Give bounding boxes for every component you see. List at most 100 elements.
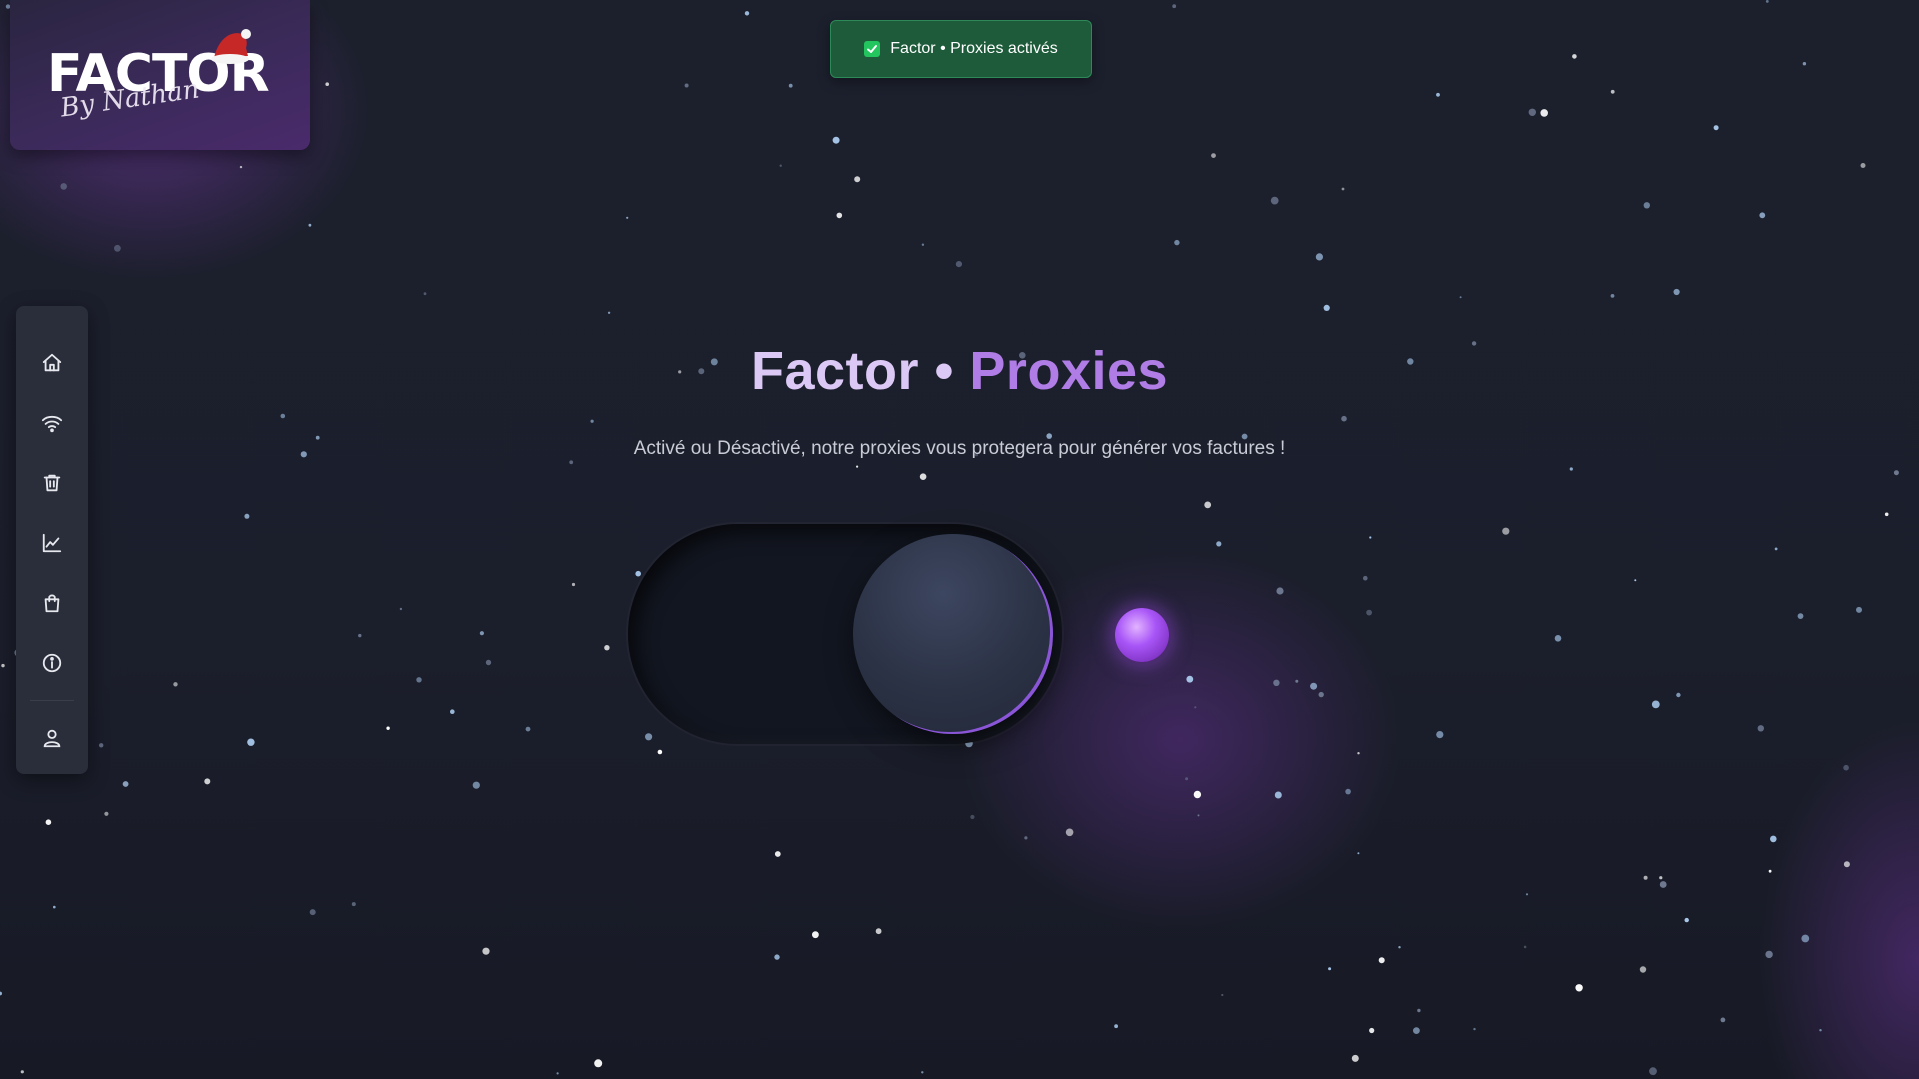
snowflake xyxy=(1186,675,1194,683)
snowflake xyxy=(1366,609,1372,616)
snowflake xyxy=(416,677,422,683)
snowflake xyxy=(779,164,782,167)
snowflake xyxy=(1774,547,1778,551)
snowflake xyxy=(1185,777,1189,781)
snowflake xyxy=(604,645,610,651)
snowflake xyxy=(1659,876,1663,880)
snowflake xyxy=(1759,212,1766,219)
snowflake xyxy=(607,311,611,314)
snowflake xyxy=(921,1071,924,1074)
snowflake xyxy=(1768,869,1772,873)
snowflake xyxy=(1357,752,1360,755)
snowflake xyxy=(1659,881,1667,888)
snowflake xyxy=(1276,587,1284,595)
snowflake xyxy=(1310,682,1318,690)
snowflake xyxy=(1802,62,1807,66)
snowflake xyxy=(479,631,484,636)
snowflake xyxy=(1757,725,1765,732)
snowflake xyxy=(399,607,403,611)
snowflake xyxy=(1639,966,1647,973)
santa-hat-icon xyxy=(211,29,251,64)
success-toast: Factor • Proxies activés xyxy=(830,20,1092,78)
snowflake xyxy=(482,947,490,955)
snowflake xyxy=(1684,917,1689,923)
snowflake xyxy=(309,909,316,916)
snowflake xyxy=(875,928,882,935)
snowflake xyxy=(1378,957,1385,964)
snowflake xyxy=(1341,415,1347,422)
snowflake xyxy=(1540,109,1548,117)
snowflake xyxy=(1765,950,1773,959)
snowflake xyxy=(1114,1024,1118,1029)
snowflake xyxy=(812,931,819,939)
snowflake xyxy=(832,136,840,144)
snowflake xyxy=(1315,253,1323,261)
snowflake xyxy=(525,726,531,732)
snowflake xyxy=(1554,635,1562,642)
title-part-proxies: Proxies xyxy=(969,341,1169,401)
snowflake xyxy=(386,726,390,730)
snowflake xyxy=(921,243,925,246)
status-indicator-orb xyxy=(1115,608,1169,662)
snowflake xyxy=(1363,575,1368,581)
snowflake xyxy=(1270,196,1279,205)
snowflake xyxy=(1856,606,1862,613)
snowflake xyxy=(1610,294,1615,298)
snowflake xyxy=(45,819,52,825)
snowflake xyxy=(1651,700,1660,709)
brand-logo[interactable]: FACTOR By Nathan xyxy=(10,0,310,150)
snowflake xyxy=(60,183,67,190)
snowflake xyxy=(1197,814,1200,817)
snowflake xyxy=(645,733,653,741)
snowflake xyxy=(1211,153,1216,159)
page-title: Factor • Proxies xyxy=(0,340,1919,402)
proxy-toggle-knob[interactable] xyxy=(853,534,1053,734)
snowflake xyxy=(1193,790,1202,799)
snowflake xyxy=(1523,945,1527,949)
snowflake xyxy=(1797,613,1804,619)
chart-icon xyxy=(42,533,62,553)
snowflake xyxy=(1351,1054,1359,1062)
sidebar-item-info[interactable] xyxy=(30,641,74,685)
snowflake xyxy=(1569,467,1573,471)
snowflake xyxy=(1221,993,1224,997)
info-icon xyxy=(42,653,62,673)
snowflake xyxy=(1713,125,1719,131)
snowflake xyxy=(1436,92,1440,97)
snowflake xyxy=(1328,967,1332,971)
snowflake xyxy=(657,749,663,755)
snowflake xyxy=(244,513,250,519)
sidebar-item-account[interactable] xyxy=(30,716,74,760)
snowflake xyxy=(1502,527,1510,535)
snowflake xyxy=(590,419,594,423)
snowflake xyxy=(308,223,312,227)
snowflake xyxy=(20,1070,24,1074)
sidebar-item-trash[interactable] xyxy=(30,461,74,505)
snowflake xyxy=(1643,202,1651,209)
sidebar-item-shop[interactable] xyxy=(30,581,74,625)
snowflake xyxy=(919,473,927,481)
snowflake xyxy=(1295,679,1299,683)
snowflake xyxy=(485,659,492,666)
snowflake xyxy=(1174,239,1180,246)
snowflake xyxy=(955,261,963,268)
snowflake xyxy=(836,212,843,219)
snowflake xyxy=(594,1059,603,1068)
snowflake xyxy=(774,954,780,960)
snowflake xyxy=(684,83,689,88)
snowflake xyxy=(1273,679,1280,686)
snowflake xyxy=(1843,764,1849,771)
snowflake xyxy=(970,814,975,820)
snowflake xyxy=(1860,163,1866,168)
snowflake xyxy=(1369,536,1372,539)
snowflake xyxy=(1676,692,1681,698)
snowflake xyxy=(1,663,5,668)
user-icon xyxy=(43,729,61,748)
snowflake xyxy=(788,83,793,88)
snowflake xyxy=(1436,731,1444,739)
snowflake xyxy=(1649,1067,1657,1076)
snowflake xyxy=(114,244,121,252)
sidebar-item-stats[interactable] xyxy=(30,521,74,565)
snowflake xyxy=(1024,836,1028,840)
snowflake xyxy=(173,682,178,687)
